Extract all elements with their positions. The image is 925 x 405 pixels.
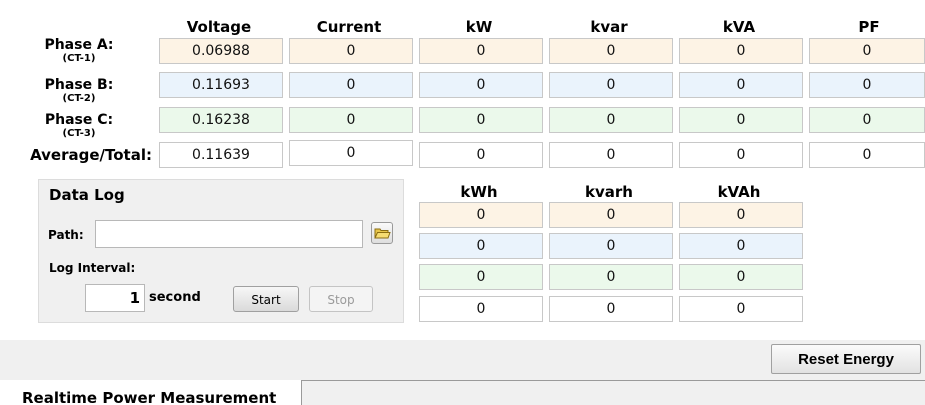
- folder-open-icon: [372, 228, 392, 246]
- total-kvah: 0: [679, 296, 803, 322]
- total-kvar: 0: [549, 142, 673, 168]
- phase-b-current: 0: [289, 72, 413, 98]
- phase-b-kwh: 0: [419, 233, 543, 259]
- header-kvarh: kvarh: [585, 183, 633, 201]
- phase-b-kw: 0: [419, 72, 543, 98]
- total-pf: 0: [809, 142, 925, 168]
- phase-a-kva: 0: [679, 38, 803, 64]
- total-kwh: 0: [419, 296, 543, 322]
- phase-a-kvah: 0: [679, 202, 803, 228]
- phase-a-ct-label: (CT-1): [62, 53, 96, 64]
- tab-strip: Realtime Power Measurement: [0, 380, 925, 405]
- phase-c-kvah: 0: [679, 264, 803, 290]
- phase-c-kwh: 0: [419, 264, 543, 290]
- header-current: Current: [316, 18, 382, 36]
- phase-c-kvar: 0: [549, 107, 673, 133]
- header-pf: PF: [858, 18, 880, 36]
- phase-c-label: Phase C:: [44, 112, 114, 128]
- phase-c-current: 0: [289, 107, 413, 133]
- phase-c-kvarh: 0: [549, 264, 673, 290]
- phase-c-ct-label: (CT-3): [62, 128, 96, 139]
- phase-a-kw: 0: [419, 38, 543, 64]
- header-kvah: kVAh: [717, 183, 761, 201]
- log-interval-label: Log Interval:: [49, 261, 136, 275]
- phase-c-voltage: 0.16238: [159, 107, 283, 133]
- phase-c-kva: 0: [679, 107, 803, 133]
- total-voltage: 0.11639: [159, 142, 283, 168]
- header-kva: kVA: [722, 18, 756, 36]
- start-button[interactable]: Start: [233, 286, 299, 312]
- log-interval-input[interactable]: [85, 284, 145, 312]
- phase-a-pf: 0: [809, 38, 925, 64]
- total-kva: 0: [679, 142, 803, 168]
- header-kvar: kvar: [590, 18, 628, 36]
- phase-b-ct-label: (CT-2): [62, 93, 96, 104]
- data-log-group: Data Log Path: Log Interval: second Star…: [38, 179, 404, 323]
- phase-a-current: 0: [289, 38, 413, 64]
- app-window: Voltage Current kW kvar kVA PF Phase A: …: [0, 0, 925, 405]
- header-kw: kW: [465, 18, 493, 36]
- reset-bar: Reset Energy: [0, 340, 925, 380]
- phase-a-voltage: 0.06988: [159, 38, 283, 64]
- phase-b-kva: 0: [679, 72, 803, 98]
- phase-a-label: Phase A:: [44, 37, 114, 53]
- phase-b-kvar: 0: [549, 72, 673, 98]
- total-kvarh: 0: [549, 296, 673, 322]
- stop-button[interactable]: Stop: [309, 286, 373, 312]
- data-log-title: Data Log: [49, 186, 125, 204]
- row-label-phase-c: Phase C: (CT-3): [0, 112, 158, 140]
- phase-b-kvah: 0: [679, 233, 803, 259]
- phase-b-voltage: 0.11693: [159, 72, 283, 98]
- tab-realtime-power-measurement[interactable]: Realtime Power Measurement: [0, 380, 302, 405]
- phase-a-kvar: 0: [549, 38, 673, 64]
- average-total-label: Average/Total:: [30, 146, 152, 164]
- measurement-panel: Voltage Current kW kvar kVA PF Phase A: …: [0, 0, 925, 340]
- row-label-phase-a: Phase A: (CT-1): [0, 37, 158, 65]
- header-voltage: Voltage: [186, 18, 252, 36]
- phase-a-kwh: 0: [419, 202, 543, 228]
- phase-b-pf: 0: [809, 72, 925, 98]
- phase-c-kw: 0: [419, 107, 543, 133]
- reset-energy-button[interactable]: Reset Energy: [771, 344, 921, 374]
- header-kwh: kWh: [460, 183, 498, 201]
- phase-a-kvarh: 0: [549, 202, 673, 228]
- phase-b-kvarh: 0: [549, 233, 673, 259]
- browse-folder-button[interactable]: [371, 222, 393, 244]
- total-current: 0: [289, 140, 413, 166]
- phase-c-pf: 0: [809, 107, 925, 133]
- total-kw: 0: [419, 142, 543, 168]
- path-input[interactable]: [95, 220, 363, 248]
- path-label: Path:: [48, 228, 84, 242]
- phase-b-label: Phase B:: [44, 77, 114, 93]
- row-label-phase-b: Phase B: (CT-2): [0, 77, 158, 105]
- interval-unit-label: second: [149, 290, 201, 305]
